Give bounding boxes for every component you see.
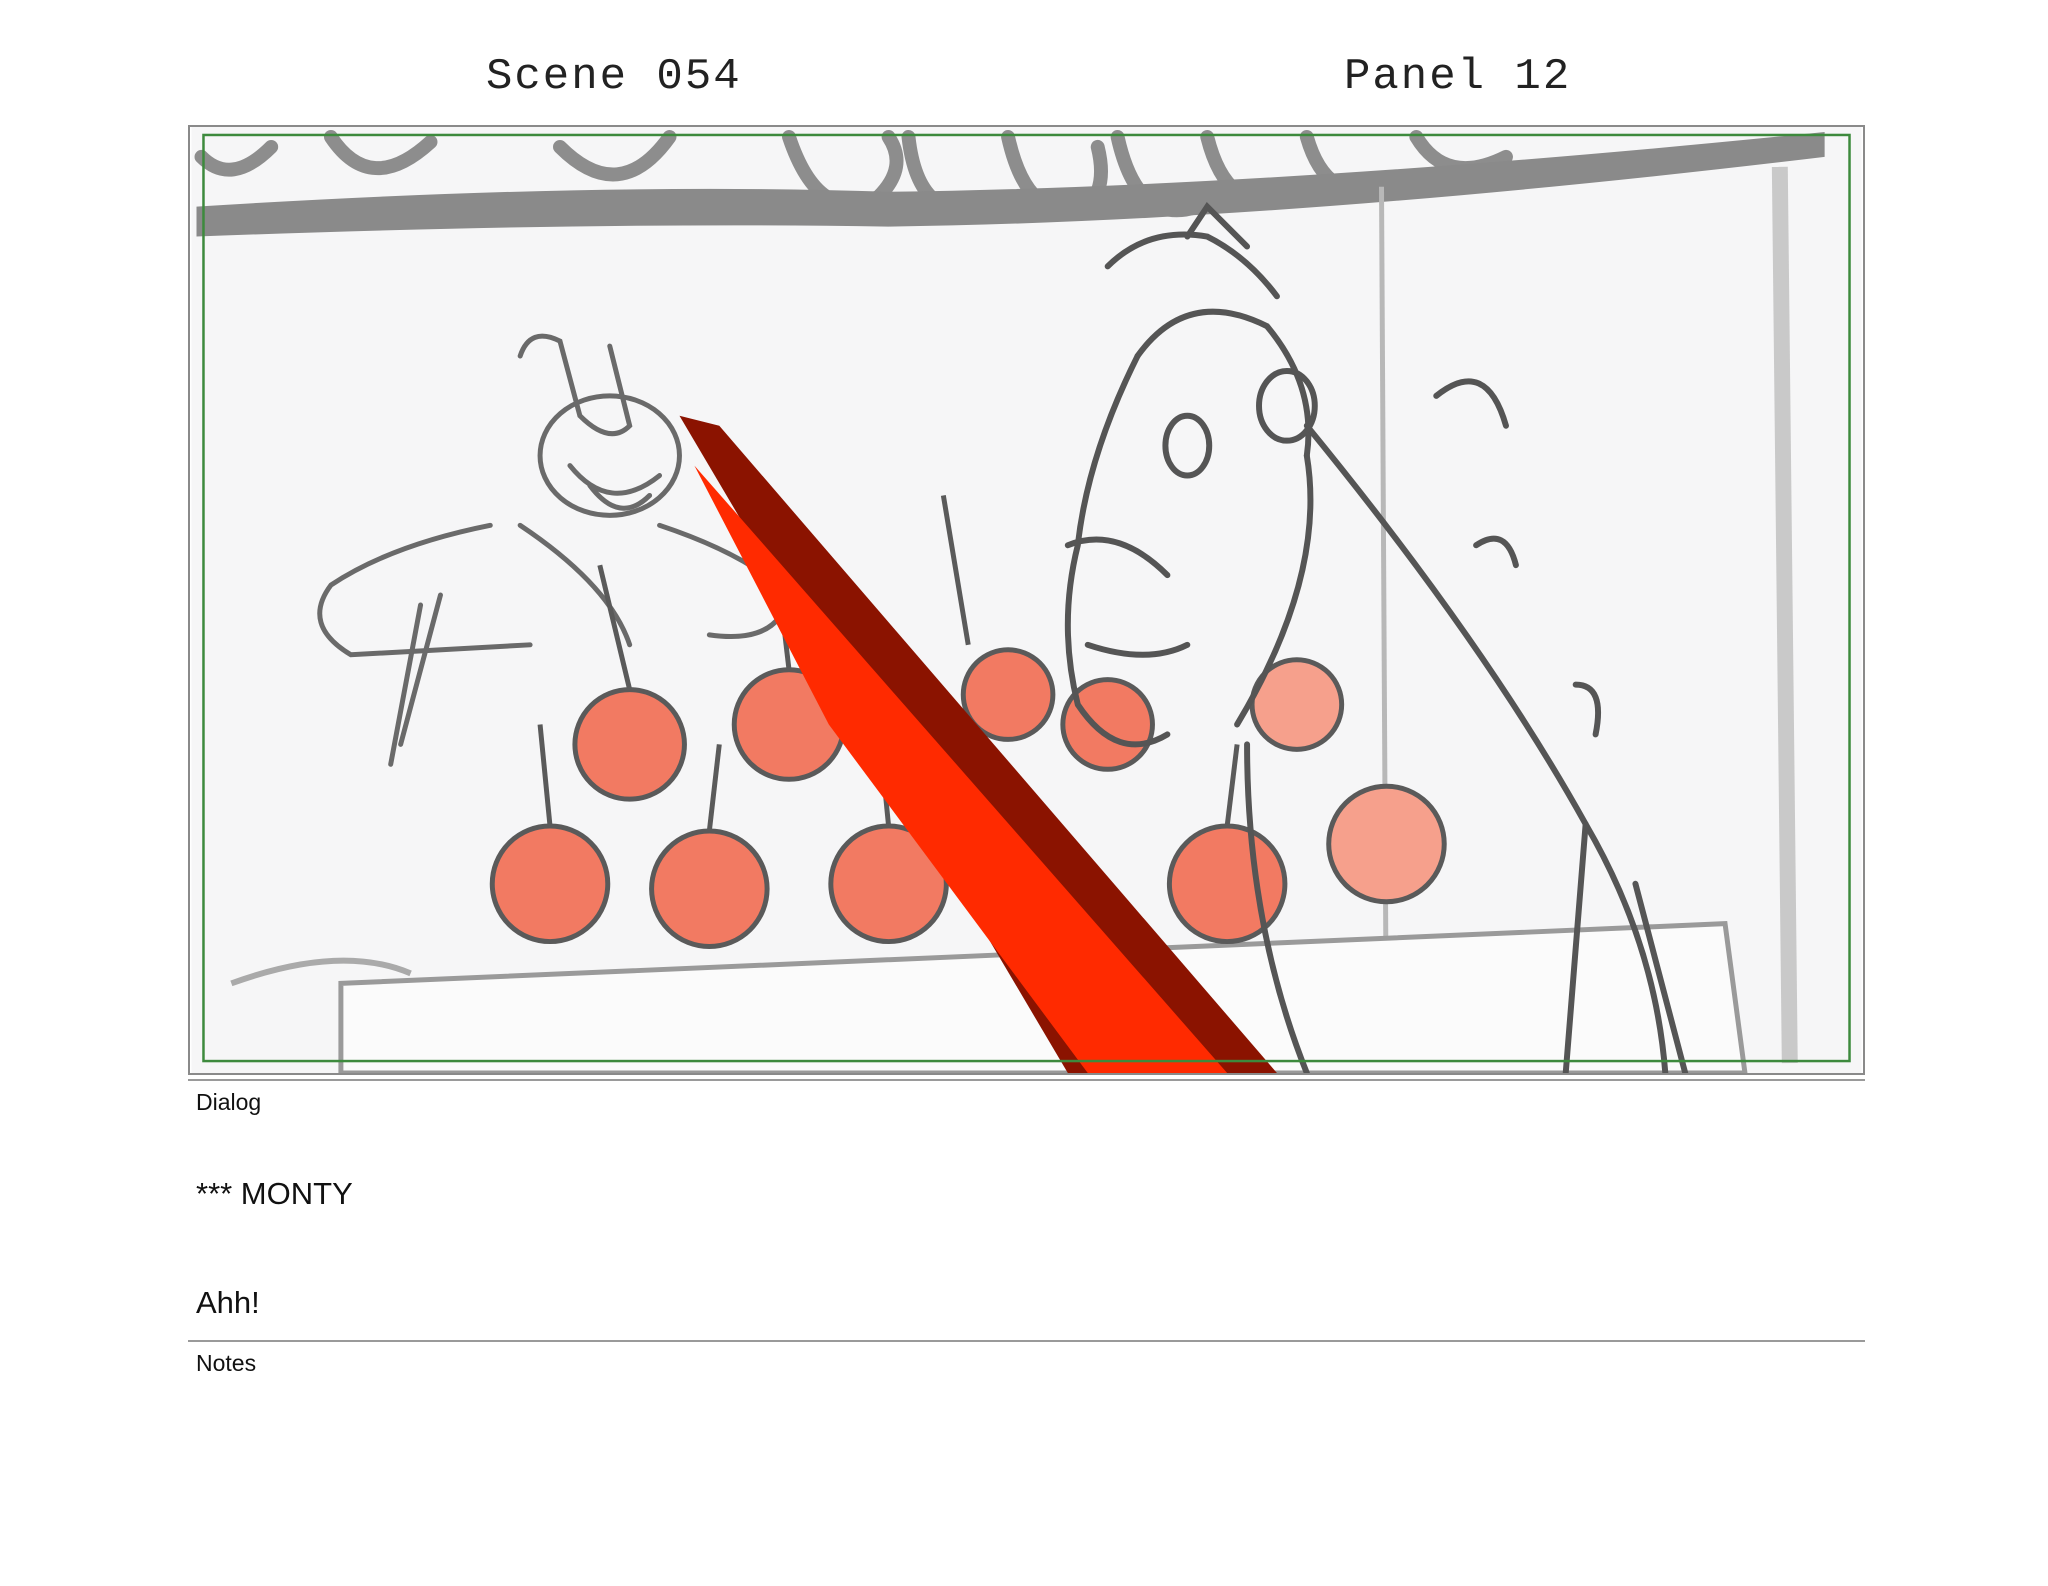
dialog-divider [188, 1079, 1865, 1081]
storyboard-sketch [191, 127, 1862, 1073]
dialog-line: Ahh! [196, 1285, 260, 1320]
notes-label: Notes [196, 1350, 257, 1376]
scene-number: Scene 054 [486, 52, 742, 102]
dialog-speaker: *** MONTY [196, 1176, 353, 1211]
notes-divider [188, 1340, 1865, 1342]
dialog-label: Dialog [196, 1089, 262, 1115]
panel-number: Panel 12 [1344, 52, 1572, 102]
stall-post [1771, 166, 1798, 1064]
storyboard-panel-image [188, 125, 1865, 1075]
